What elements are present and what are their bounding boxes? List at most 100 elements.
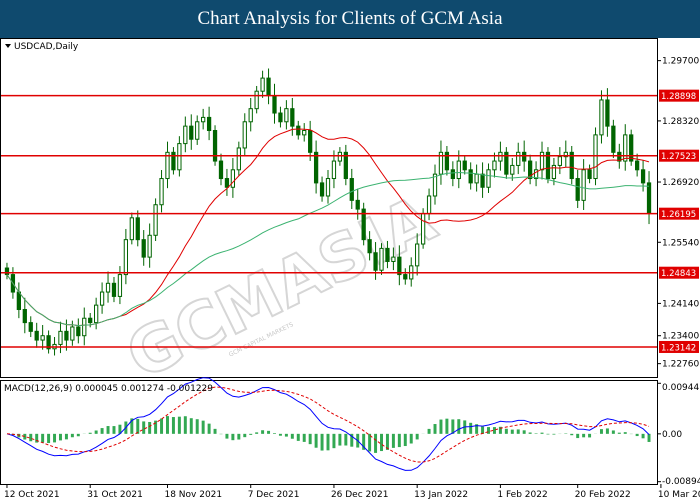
level-label: 1.28898	[661, 92, 696, 102]
candle-body	[242, 121, 247, 149]
candle-body	[16, 291, 21, 311]
macd-y-tick-label: -0.00894	[662, 477, 700, 487]
candle-body	[391, 256, 396, 262]
macd-label: MACD(12,26,9) 0.000045 0.001274 -0.00122…	[4, 384, 213, 394]
candle-body	[385, 247, 390, 262]
candle-body	[4, 267, 10, 276]
candle-body	[183, 125, 188, 145]
candle-body	[284, 108, 289, 123]
candle-body	[325, 178, 331, 197]
candle-body	[70, 326, 75, 341]
chart-title: Chart Analysis for Clients of GCM Asia	[197, 8, 503, 29]
y-tick-label: 1.23400	[662, 332, 699, 342]
candle-body	[177, 143, 182, 171]
candle-body	[230, 169, 236, 188]
candle-body	[302, 130, 307, 136]
candle-body	[82, 317, 87, 337]
candle-body	[266, 77, 271, 97]
x-tick-label: 1 Feb 2022	[497, 490, 547, 500]
candle-body	[313, 151, 319, 184]
y-tick-label: 1.25540	[662, 238, 699, 248]
candle-body	[34, 330, 39, 341]
candle-body	[623, 134, 628, 162]
candle-body	[373, 252, 378, 271]
candle-body	[486, 169, 491, 188]
candle-body	[111, 282, 117, 297]
x-tick-label: 10 Mar 2022	[658, 490, 700, 500]
candle-body	[646, 182, 652, 214]
candle-body	[516, 151, 521, 166]
candle-body	[367, 239, 372, 254]
level-label: 1.26195	[661, 210, 696, 220]
candle-body	[599, 99, 604, 136]
candle-body	[510, 164, 515, 175]
candle-body	[587, 169, 592, 180]
candle-body	[28, 322, 33, 332]
y-tick-label: 1.29700	[662, 57, 699, 67]
candle-body	[40, 335, 45, 341]
candle-body	[141, 239, 146, 258]
candle-body	[206, 116, 212, 132]
candle-body	[420, 212, 426, 245]
candle-body	[593, 134, 598, 180]
candle-body	[629, 134, 634, 162]
candle-body	[403, 274, 408, 280]
candle-body	[99, 291, 105, 306]
candle-body	[319, 182, 325, 197]
candle-body	[498, 151, 503, 162]
x-tick-label: 7 Dec 2021	[248, 490, 300, 500]
y-tick-label: 1.28320	[662, 117, 699, 127]
x-tick-label: 26 Dec 2021	[331, 490, 389, 500]
candle-body	[415, 243, 420, 267]
candle-body	[135, 217, 140, 241]
candlestick-chart: GCMASIA GCM CAPITAL MARKETS 1.288981.275…	[0, 38, 700, 500]
candle-body	[337, 151, 343, 162]
x-tick-label: 18 Nov 2021	[164, 490, 222, 500]
candle-body	[290, 108, 295, 127]
candle-body	[272, 95, 277, 114]
candle-body	[201, 116, 206, 123]
candle-body	[456, 160, 461, 180]
price-panel	[0, 38, 658, 378]
candle-body	[575, 178, 580, 201]
candle-body	[153, 204, 158, 236]
candle-body	[105, 282, 111, 293]
candle-body	[331, 160, 337, 180]
candle-body	[212, 130, 218, 162]
candle-body	[635, 160, 640, 171]
candle-body	[117, 274, 123, 297]
y-tick-label: 1.22760	[662, 360, 699, 370]
chart-title-banner: Chart Analysis for Clients of GCM Asia	[0, 0, 700, 38]
x-tick-label: 31 Oct 2021	[87, 490, 143, 500]
candle-body	[123, 239, 129, 276]
candle-body	[224, 178, 230, 188]
candle-body	[522, 151, 527, 162]
y-tick-label: 1.26920	[662, 178, 699, 188]
candle-body	[236, 147, 241, 171]
level-label: 1.24843	[661, 269, 696, 279]
candle-body	[195, 121, 200, 140]
candle-body	[349, 178, 354, 201]
candle-body	[147, 234, 152, 258]
candle-body	[605, 99, 610, 127]
candle-body	[640, 169, 646, 184]
candle-body	[218, 160, 224, 180]
candle-body	[581, 169, 586, 201]
candle-body	[379, 247, 384, 271]
macd-panel	[0, 380, 658, 485]
candle-body	[557, 156, 562, 166]
candle-body	[492, 160, 497, 171]
y-tick-label: 1.24140	[662, 299, 699, 309]
x-tick-label: 13 Jan 2022	[414, 490, 468, 500]
candle-body	[159, 178, 164, 206]
candle-body	[22, 309, 27, 324]
candle-body	[611, 125, 616, 153]
candle-body	[308, 130, 313, 153]
symbol-label: USDCAD,Daily	[14, 42, 79, 52]
candle-body	[462, 160, 467, 171]
candle-body	[260, 77, 265, 92]
macd-y-tick-label: 0.009447	[662, 383, 700, 393]
candle-body	[248, 108, 253, 123]
level-label: 1.27523	[661, 152, 696, 162]
macd-y-tick-label: 0.00	[662, 430, 682, 440]
